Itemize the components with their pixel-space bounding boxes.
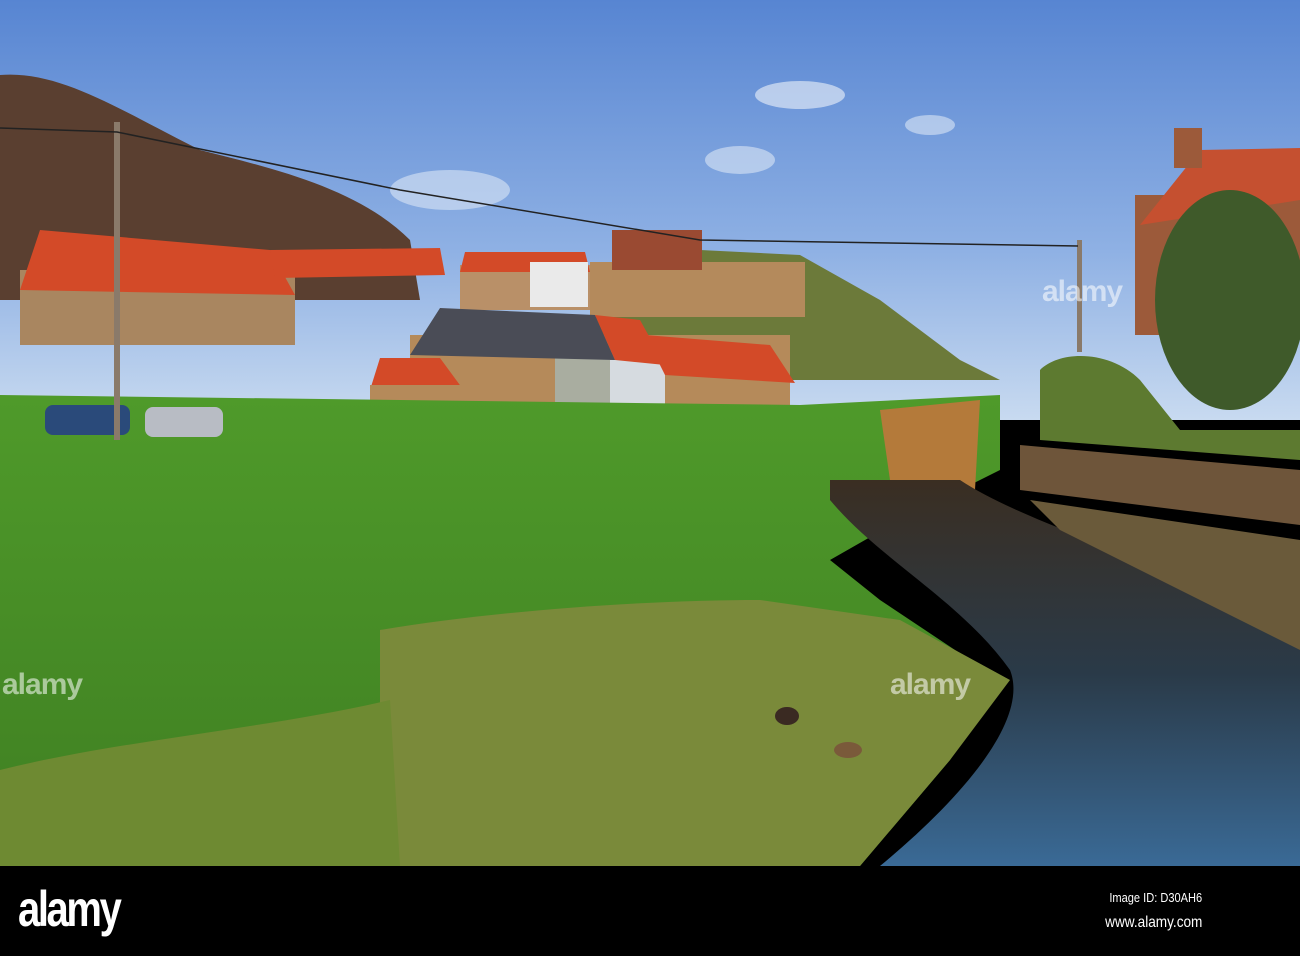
watermark: alamy [1042, 275, 1123, 308]
duck [775, 707, 799, 725]
red-roof [270, 248, 445, 278]
image-id: Image ID: D30AH6 [1109, 890, 1202, 905]
sandstone-wall [590, 262, 805, 317]
car [145, 407, 223, 437]
alamy-logo: alamy [18, 881, 122, 937]
riverbank-reeds [380, 600, 1010, 866]
site-url: www.alamy.com [1104, 914, 1202, 931]
watermark: alamy [890, 668, 971, 701]
tree [1155, 190, 1300, 410]
duck [834, 742, 862, 758]
cloud [705, 146, 775, 174]
white-house [530, 262, 588, 307]
chimney [1174, 128, 1202, 168]
house-top [612, 230, 702, 270]
utility-pole [114, 122, 120, 440]
landscape-photo [0, 0, 1300, 866]
cloud [755, 81, 845, 109]
footer-bar: alamy Image ID: D30AH6 www.alamy.com [0, 866, 1300, 956]
watermark: alamy [2, 668, 83, 701]
reeds [880, 400, 980, 490]
cloud [390, 170, 510, 210]
cloud [905, 115, 955, 135]
slate-roof [410, 308, 615, 360]
